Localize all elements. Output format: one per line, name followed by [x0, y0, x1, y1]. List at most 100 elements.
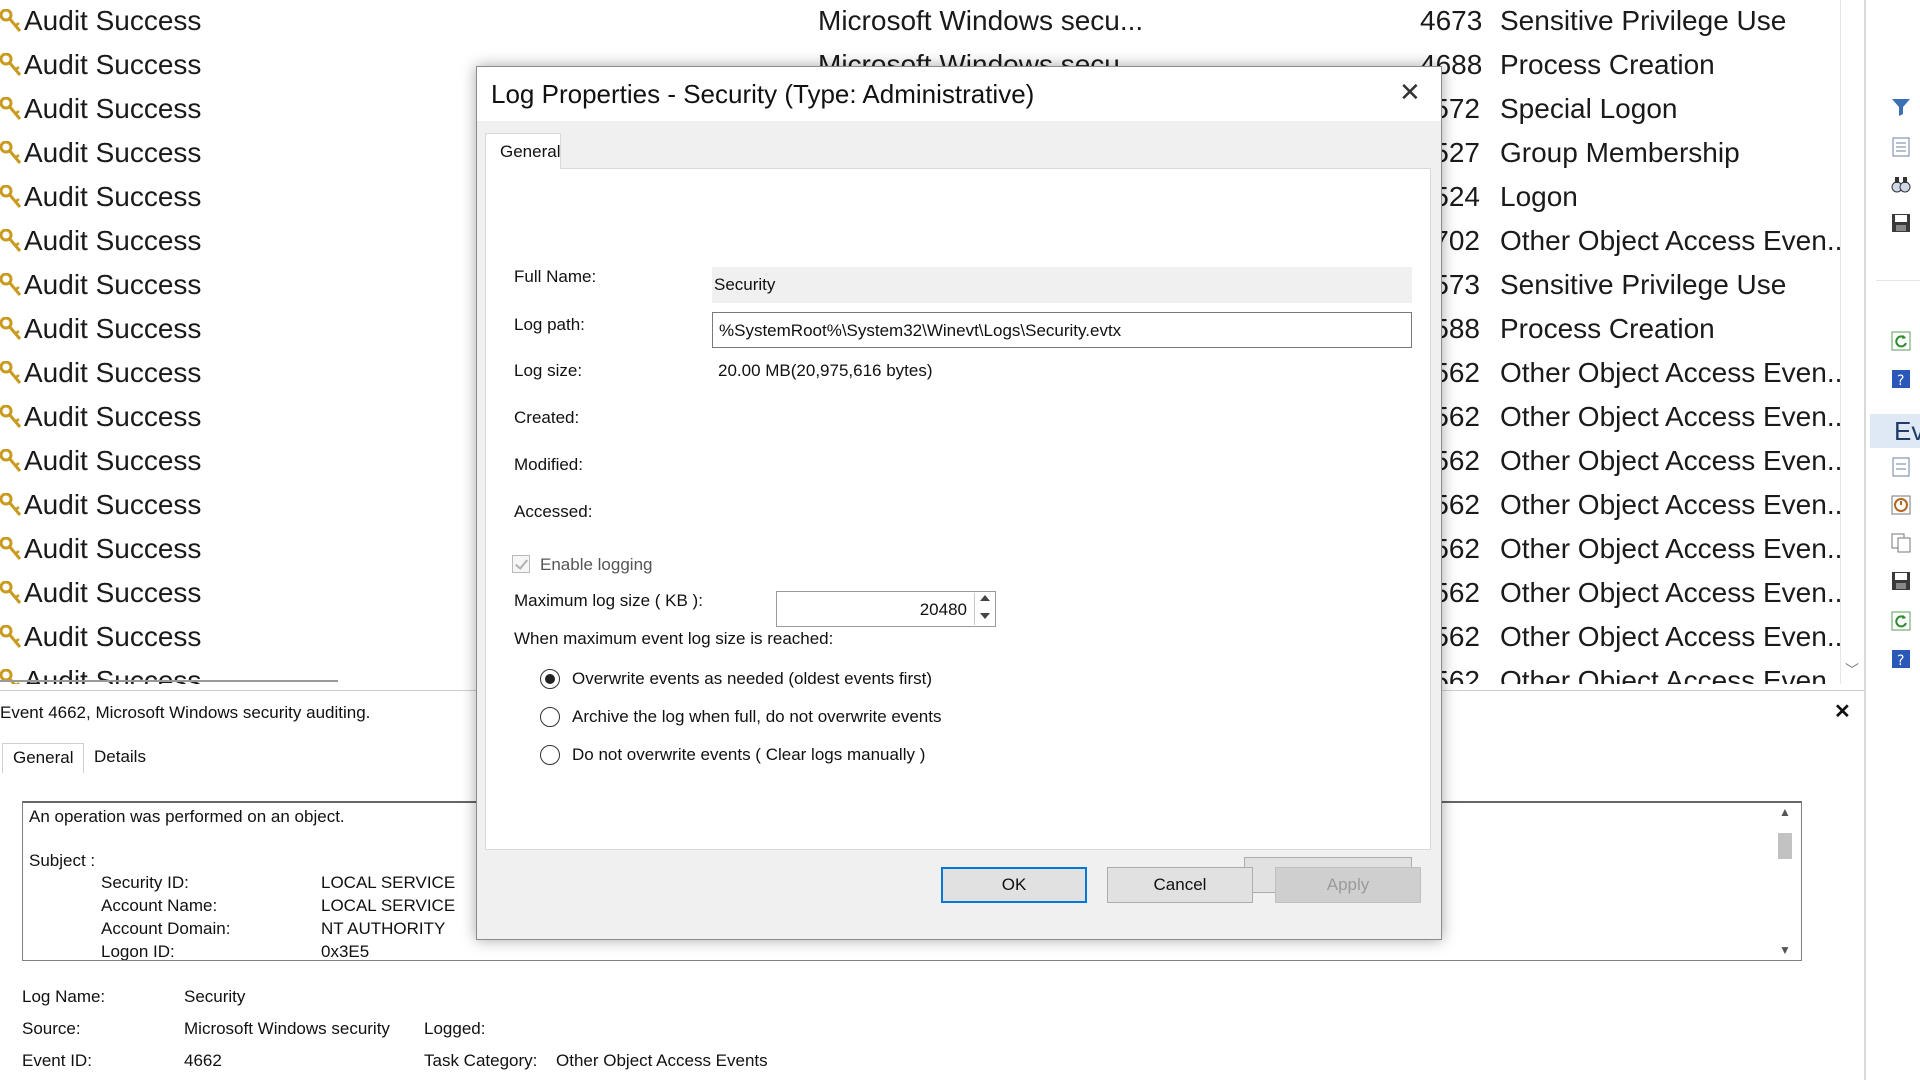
tab-general[interactable]: General	[485, 133, 561, 169]
enable-logging-checkbox[interactable]	[512, 555, 530, 573]
event-task-category: Other Object Access Even...	[1500, 577, 1851, 608]
event-task-category: Group Membership	[1500, 137, 1740, 168]
apply-button: Apply	[1275, 867, 1421, 903]
event-level: Audit Success	[24, 357, 202, 388]
field-label: Account Name:	[101, 896, 218, 915]
do-not-overwrite-label[interactable]: Do not overwrite events ( Clear logs man…	[572, 745, 925, 765]
chevron-up-icon[interactable]	[980, 595, 990, 601]
event-level: Audit Success	[24, 181, 202, 212]
refresh-icon[interactable]	[1890, 330, 1912, 352]
task-category-label: Task Category:	[424, 1051, 538, 1070]
tab-general-label: General	[500, 142, 561, 161]
help-icon[interactable]: ?	[1890, 368, 1912, 390]
log-name-value: Security	[184, 987, 246, 1006]
event-description: An operation was performed on an object.	[29, 807, 345, 826]
max-size-label: Maximum log size ( KB ):	[514, 591, 703, 610]
event-task-category: Other Object Access Even...	[1500, 489, 1851, 520]
cancel-button[interactable]: Cancel	[1107, 867, 1253, 903]
overwrite-label[interactable]: Overwrite events as needed (oldest event…	[572, 669, 932, 689]
chevron-down-icon[interactable]: ﹀	[1845, 660, 1859, 680]
event-properties-icon[interactable]	[1890, 456, 1912, 478]
log-path-field[interactable]: %SystemRoot%\System32\Winevt\Logs\Securi…	[712, 312, 1412, 348]
when-max-label: When maximum event log size is reached:	[514, 629, 834, 648]
event-id-label: Event ID:	[22, 1051, 92, 1070]
subject-label: Subject :	[29, 851, 96, 870]
archive-radio[interactable]	[540, 707, 560, 727]
event-level: Audit Success	[24, 577, 202, 608]
key-icon	[0, 96, 22, 123]
properties-icon[interactable]	[1890, 136, 1912, 158]
event-task-category: Process Creation	[1500, 313, 1715, 344]
event-level: Audit Success	[24, 225, 202, 256]
event-task-category: Other Object Access Even...	[1500, 533, 1851, 564]
full-name-field: Security	[712, 267, 1412, 303]
key-icon	[0, 140, 22, 167]
attach-task-icon[interactable]	[1890, 494, 1912, 516]
log-size-value: 20.00 MB(20,975,616 bytes)	[718, 361, 933, 380]
scroll-up-icon[interactable]: ▲	[1779, 805, 1791, 819]
event-level: Audit Success	[24, 93, 202, 124]
copy-icon[interactable]	[1890, 532, 1912, 554]
event-level: Audit Success	[24, 313, 202, 344]
archive-label[interactable]: Archive the log when full, do not overwr…	[572, 707, 941, 727]
chevron-down-icon[interactable]	[980, 613, 990, 619]
field-label: Logon ID:	[101, 942, 175, 961]
key-icon	[0, 8, 22, 35]
event-task-category: Logon	[1500, 181, 1578, 212]
general-tab-panel: Full Name: Security Log path: %SystemRoo…	[485, 168, 1431, 893]
close-icon[interactable]: ✕	[1834, 699, 1851, 724]
event-level: Audit Success	[24, 533, 202, 564]
event-level: Audit Success	[24, 621, 202, 652]
refresh-icon-2[interactable]	[1890, 610, 1912, 632]
save-icon[interactable]	[1890, 212, 1912, 234]
save-event-icon[interactable]	[1890, 570, 1912, 592]
log-path-value: %SystemRoot%\System32\Winevt\Logs\Securi…	[719, 321, 1122, 340]
log-name-label: Log Name:	[22, 987, 106, 1006]
key-icon	[0, 492, 22, 519]
actions-section-header[interactable]: Ev	[1870, 414, 1920, 448]
ok-button[interactable]: OK	[941, 867, 1087, 903]
tab-details[interactable]: Details	[84, 743, 156, 773]
event-task-category: Process Creation	[1500, 49, 1715, 80]
event-level: Audit Success	[24, 137, 202, 168]
scroll-down-icon[interactable]: ▼	[1779, 943, 1791, 957]
event-task-category: Other Object Access Even...	[1500, 357, 1851, 388]
event-task-category: Other Object Access Even...	[1500, 445, 1851, 476]
tab-general[interactable]: General	[2, 743, 85, 773]
key-icon	[0, 536, 22, 563]
event-task-category: Sensitive Privilege Use	[1500, 5, 1787, 36]
field-value: NT AUTHORITY	[321, 919, 446, 938]
stepper-buttons[interactable]	[974, 593, 994, 625]
field-value: LOCAL SERVICE	[321, 896, 456, 915]
field-label: Account Domain:	[101, 919, 231, 938]
event-level: Audit Success	[24, 49, 202, 80]
key-icon	[0, 404, 22, 431]
field-value: LOCAL SERVICE	[321, 873, 456, 892]
horizontal-scrollbar[interactable]	[0, 680, 338, 682]
separator	[1876, 280, 1920, 281]
list-scrollbar[interactable]: ﹀	[1840, 0, 1864, 684]
accessed-label: Accessed:	[514, 502, 593, 521]
key-icon	[0, 580, 22, 607]
event-level: Audit Success	[24, 5, 202, 36]
full-name-value: Security	[714, 275, 776, 294]
enable-logging-label: Enable logging	[540, 555, 653, 574]
filter-icon[interactable]	[1890, 96, 1912, 118]
full-name-label: Full Name:	[514, 267, 597, 286]
event-row[interactable]: Audit Success Microsoft Windows secu... 46…	[0, 0, 1840, 44]
help-icon-2[interactable]: ?	[1890, 648, 1912, 670]
event-level: Audit Success	[24, 269, 202, 300]
description-scrollbar[interactable]: ▲ ▼	[1774, 803, 1796, 959]
field-value: 0x3E5	[321, 942, 370, 961]
close-icon[interactable]: ✕	[1399, 77, 1421, 108]
dialog-titlebar[interactable]: Log Properties - Security (Type: Adminis…	[477, 67, 1441, 121]
key-icon	[0, 272, 22, 299]
find-icon[interactable]	[1890, 174, 1912, 196]
do-not-overwrite-radio[interactable]	[540, 745, 560, 765]
overwrite-radio[interactable]	[540, 669, 560, 689]
scroll-thumb[interactable]	[1778, 833, 1792, 859]
source-value: Microsoft Windows security	[184, 1019, 390, 1038]
max-size-stepper[interactable]: 20480	[776, 591, 996, 627]
key-icon	[0, 448, 22, 475]
actions-section-label: Ev	[1894, 416, 1920, 446]
